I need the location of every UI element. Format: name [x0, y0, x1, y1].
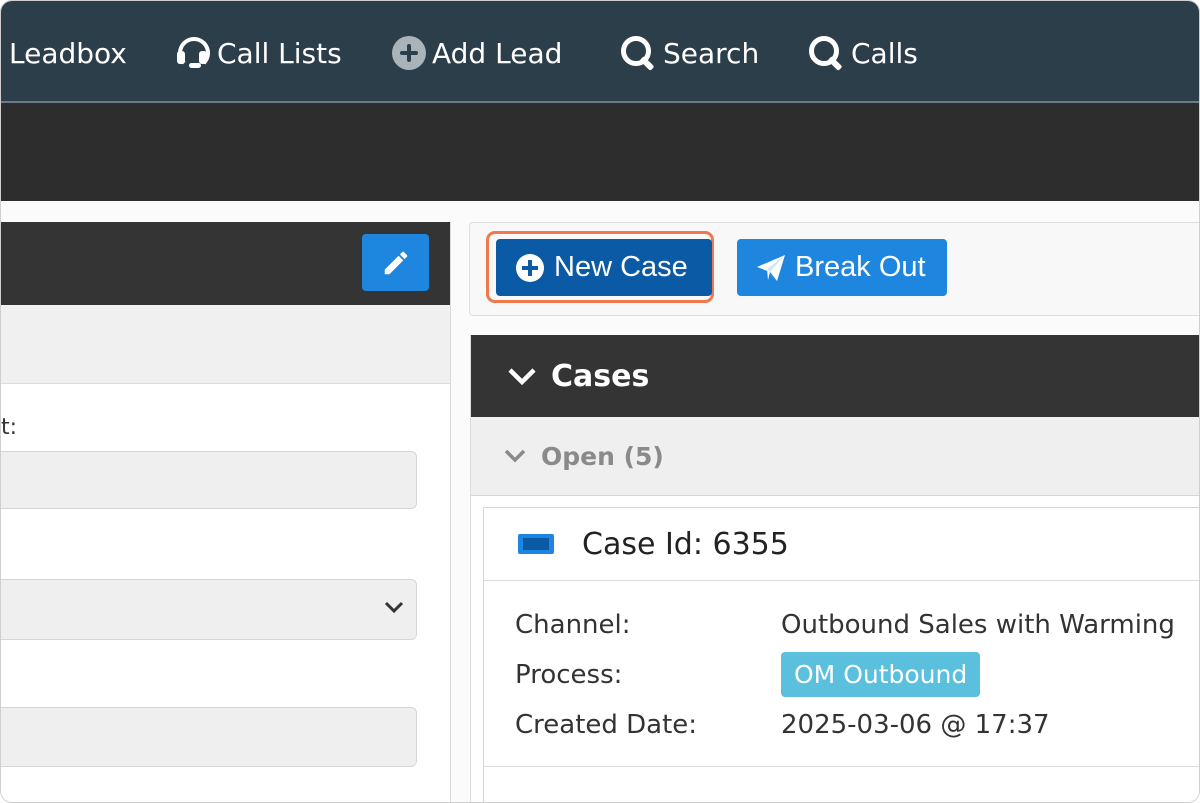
open-cases-label: Open (5): [541, 441, 664, 471]
nav-item-leadbox[interactable]: Leadbox: [9, 31, 127, 75]
select-field[interactable]: [1, 579, 417, 640]
lead-details-panel: t:: [1, 222, 451, 802]
break-out-button[interactable]: Break Out: [737, 239, 947, 296]
chevron-down-icon: [504, 449, 526, 463]
nav-item-add-lead[interactable]: Add Lead: [392, 31, 562, 75]
edit-button[interactable]: [362, 234, 429, 291]
case-card: Case Id: 6355 Channel: Outbound Sales wi…: [483, 507, 1199, 802]
chevron-down-icon: [384, 601, 404, 614]
nav-label-calls: Calls: [851, 36, 918, 70]
open-cases-toggle[interactable]: Open (5): [471, 417, 1199, 496]
text-field[interactable]: [1, 451, 417, 509]
process-badge: OM Outbound: [781, 652, 981, 697]
nav-label-leadbox: Leadbox: [9, 36, 127, 70]
chevron-down-icon: [508, 368, 536, 386]
card-divider: [484, 766, 1199, 767]
nav-label-add-lead: Add Lead: [432, 36, 563, 70]
top-navigation: Leadbox Call Lists Add Lead Search Calls: [1, 1, 1199, 103]
nav-label-search: Search: [663, 36, 760, 70]
cases-header[interactable]: Cases: [471, 335, 1199, 417]
nav-item-calls[interactable]: Calls: [807, 31, 918, 75]
paper-plane-icon: [757, 254, 785, 281]
secondary-header-bar: [1, 103, 1199, 201]
app-window: Leadbox Call Lists Add Lead Search Calls: [0, 0, 1200, 803]
headset-icon: [175, 35, 211, 71]
new-case-button[interactable]: New Case: [496, 239, 712, 296]
text-field-2[interactable]: [1, 707, 417, 767]
cases-title: Cases: [551, 358, 650, 394]
plus-circle-icon: [516, 253, 544, 282]
created-date-label: Created Date:: [515, 710, 698, 740]
nav-label-call-lists: Call Lists: [217, 36, 342, 70]
case-id-title: Case Id: 6355: [582, 526, 789, 562]
case-title-row: Case Id: 6355: [484, 508, 1199, 581]
plus-circle-icon: [392, 36, 426, 70]
search-icon: [619, 34, 657, 72]
nav-item-call-lists[interactable]: Call Lists: [175, 31, 342, 75]
cases-panel: Cases Open (5) Case Id: 6355 Channel: Ou…: [470, 335, 1199, 802]
search-icon: [807, 34, 845, 72]
lead-panel-subheader: [1, 305, 450, 384]
channel-label: Channel:: [515, 610, 631, 640]
new-case-label: New Case: [554, 251, 688, 283]
channel-value: Outbound Sales with Warming: [781, 610, 1175, 640]
created-date-value: 2025-03-06 @ 17:37: [781, 710, 1050, 740]
break-out-label: Break Out: [795, 251, 926, 283]
process-label: Process:: [515, 660, 623, 690]
lead-panel-header: [1, 222, 450, 305]
field-label: t:: [1, 415, 18, 440]
ticket-icon: [518, 534, 554, 554]
pencil-icon: [384, 251, 407, 274]
nav-item-search[interactable]: Search: [619, 31, 759, 75]
